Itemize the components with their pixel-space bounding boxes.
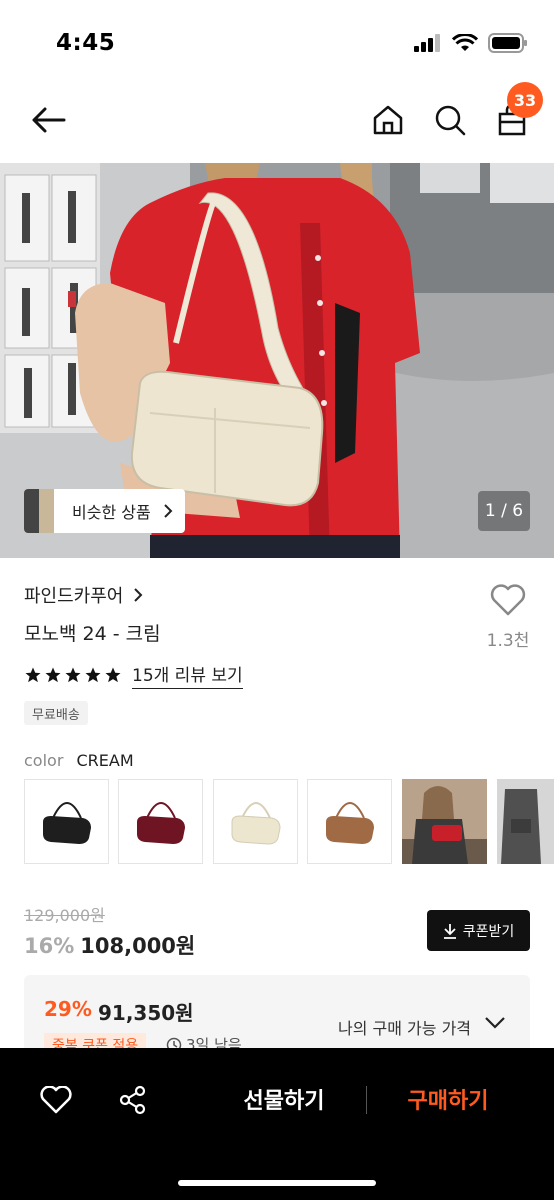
home-icon [373, 105, 403, 135]
bag-thumbnail [136, 801, 185, 844]
my-price: 91,350원 [98, 1001, 194, 1025]
rating-row: 15개 리뷰 보기 [24, 661, 243, 689]
swatch-camel[interactable] [307, 779, 392, 864]
swatch-cream[interactable] [213, 779, 298, 864]
discount-percent: 16% [24, 934, 75, 958]
star-icon [105, 667, 121, 683]
product-image-carousel[interactable]: 비슷한 상품 1 / 6 [0, 163, 554, 558]
search-button[interactable] [428, 98, 472, 142]
status-bar: 4:45 [0, 0, 554, 80]
star-icon [65, 667, 81, 683]
chevron-down-icon [484, 1015, 506, 1034]
free-shipping-badge: 무료배송 [24, 701, 88, 725]
wishlist-button[interactable]: 1.3천 [482, 584, 534, 651]
download-icon [443, 923, 456, 939]
bottom-action-bar: 선물하기 구매하기 [0, 1048, 554, 1200]
color-swatches [24, 779, 554, 865]
original-price: 129,000원 [24, 906, 105, 925]
share-button[interactable] [113, 1080, 153, 1120]
divider [366, 1086, 367, 1114]
similar-products-button[interactable]: 비슷한 상품 [24, 489, 185, 533]
bag-thumbnail [325, 801, 374, 844]
sale-price: 108,000원 [80, 934, 196, 958]
gift-button[interactable]: 선물하기 [220, 1083, 348, 1115]
heart-icon [490, 584, 526, 616]
search-icon [435, 105, 466, 136]
home-indicator [178, 1180, 376, 1186]
similar-products-label: 비슷한 상품 [72, 503, 151, 522]
color-selection-label: color CREAM [24, 751, 134, 770]
model-photo [497, 779, 554, 864]
bag-thumbnail [231, 801, 281, 845]
color-value: CREAM [76, 751, 134, 770]
signal-icon [414, 34, 440, 52]
review-link[interactable]: 15개 리뷰 보기 [132, 661, 243, 689]
chevron-right-icon [163, 503, 185, 519]
brand-name: 파인드카푸어 [24, 586, 124, 607]
my-price-label: 나의 구매 가능 가격 [338, 1019, 472, 1038]
status-icons [414, 33, 528, 53]
wifi-icon [452, 34, 478, 51]
image-page-counter: 1 / 6 [478, 491, 530, 531]
home-button[interactable] [366, 98, 410, 142]
swatch-burgundy[interactable] [118, 779, 203, 864]
top-nav [0, 80, 554, 162]
battery-icon [488, 33, 527, 53]
coupon-download-button[interactable]: 쿠폰받기 [427, 910, 530, 951]
share-icon [119, 1085, 146, 1115]
buy-button[interactable]: 구매하기 [386, 1083, 510, 1115]
star-icon [85, 667, 101, 683]
bag-thumbnail [42, 801, 91, 844]
back-arrow-icon [32, 107, 66, 133]
style-photo-2[interactable] [497, 779, 554, 864]
product-title: 모노백 24 - 크림 [24, 623, 161, 645]
brand-link[interactable]: 파인드카푸어 [24, 582, 143, 608]
star-icon [25, 667, 41, 683]
back-button[interactable] [26, 98, 70, 142]
model-photo [402, 779, 487, 864]
heart-icon [40, 1086, 72, 1114]
chevron-right-icon [134, 588, 143, 602]
my-discount-percent: 29% [44, 997, 92, 1021]
coupon-button-label: 쿠폰받기 [462, 923, 515, 940]
color-label: color [24, 751, 64, 770]
wishlist-count: 1.3천 [486, 631, 530, 651]
star-rating [24, 666, 122, 684]
similar-thumb [24, 489, 54, 533]
sale-price-row: 16% 108,000원 [24, 930, 195, 960]
cart-count-badge: 33 [507, 82, 543, 118]
star-icon [45, 667, 61, 683]
like-button[interactable] [36, 1080, 76, 1120]
status-time: 4:45 [56, 30, 116, 56]
style-photo-1[interactable] [402, 779, 487, 864]
swatch-black[interactable] [24, 779, 109, 864]
